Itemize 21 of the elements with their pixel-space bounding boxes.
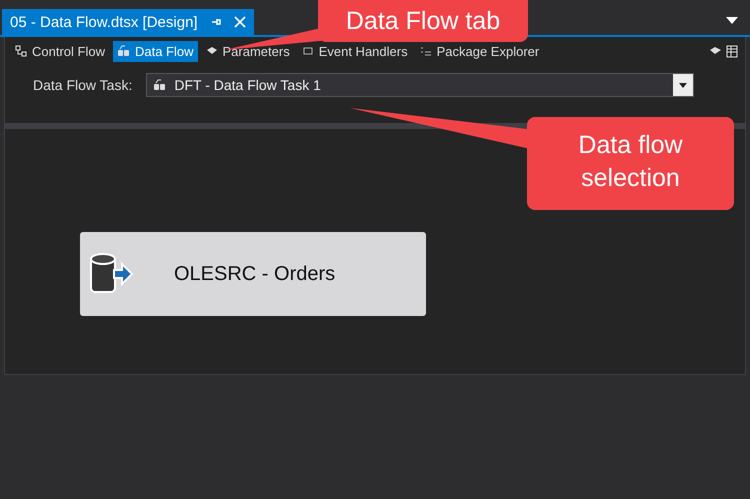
designer-tab[interactable]: Control Flow — [11, 40, 109, 62]
document-tab[interactable]: 05 - Data Flow.dtsx [Design] — [2, 9, 254, 35]
flowchart-icon — [15, 45, 27, 57]
designer-tab[interactable]: Parameters — [202, 40, 294, 62]
designer-tab[interactable]: Data Flow — [112, 40, 198, 62]
designer-tab[interactable]: Event Handlers — [298, 40, 412, 62]
task-dropdown[interactable]: DFT - Data Flow Task 1 — [146, 73, 694, 97]
window-icon — [302, 45, 314, 57]
callout-label: Data flow selection — [527, 117, 734, 210]
field-label: Data Flow Task: — [33, 77, 132, 93]
data-flow-icon — [116, 45, 130, 57]
close-icon[interactable] — [234, 16, 246, 28]
dropdown-icon[interactable] — [679, 82, 688, 88]
database-arrow-icon — [88, 252, 134, 296]
callout-label: Data Flow tab — [318, 0, 528, 42]
data-flow-icon — [153, 79, 166, 91]
designer-tab[interactable]: Package Explorer — [416, 40, 544, 62]
dropdown-icon[interactable] — [726, 17, 738, 25]
pin-icon[interactable] — [210, 16, 222, 28]
grid-icon[interactable] — [726, 44, 739, 58]
source-component[interactable]: OLESRC - Orders — [80, 232, 426, 316]
